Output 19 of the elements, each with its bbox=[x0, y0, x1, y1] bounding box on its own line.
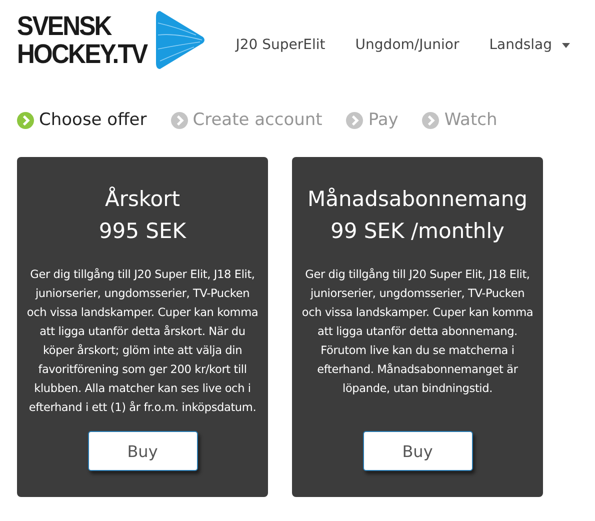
offer-price: 995 SEK bbox=[98, 218, 186, 245]
offer-title: Månadsabonnemang bbox=[308, 186, 528, 213]
buy-button[interactable]: Buy bbox=[362, 431, 472, 471]
step-label: Pay bbox=[368, 110, 398, 130]
step-label: Choose offer bbox=[39, 110, 147, 130]
offer-description: Ger dig tillgång till J20 Super Elit, J18 Elit, juniorserier, ungdomsserier, TV-Pucken och vissa landskamper. Cuper kan komma att ligga utanför detta årskort. När du köper årskort; glöm inte att välja din favoritförening som ger 200 kr/kort till klubben. Alla matcher kan ses live och i efterhand i ett (1) år fr.o.m. inköpsdatum. bbox=[26, 267, 260, 416]
step-label: Watch bbox=[444, 110, 498, 130]
nav-link[interactable]: Landslag bbox=[489, 37, 570, 53]
offer-price: 99 SEK /monthly bbox=[330, 218, 504, 245]
offer-description: Ger dig tillgång till J20 Super Elit, J18 Elit, juniorserier, ungdomsserier, TV-Pucken och vissa landskamper. Cuper kan komma att ligga utanför detta abonnemang. Förutom live kan du se matcherna i efterhand. Månadsabonnemanget är löpande, utan bindningstid. bbox=[300, 267, 534, 397]
nav-link[interactable]: Ungdom/Junior bbox=[355, 37, 460, 53]
play-logo-icon bbox=[156, 9, 206, 71]
offer-title: Årskort bbox=[104, 186, 180, 213]
logo-text: SVENSK bbox=[17, 12, 112, 40]
buy-button[interactable]: Buy bbox=[88, 431, 198, 471]
step-label: Create account bbox=[192, 110, 322, 130]
caret-icon bbox=[562, 42, 570, 48]
nav-link[interactable]: J20 SuperElit bbox=[236, 37, 326, 53]
logo-text: HOCKEY.TV bbox=[17, 40, 147, 68]
